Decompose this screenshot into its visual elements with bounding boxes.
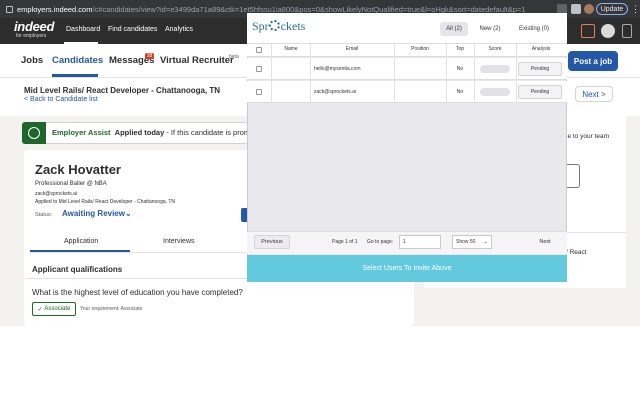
- logo-word: indeed: [14, 19, 55, 34]
- next-page-button[interactable]: Next: [530, 235, 560, 249]
- logo-text-end: ckets: [280, 19, 306, 33]
- post-job-button[interactable]: Post a job: [568, 51, 618, 71]
- answer-value: Associate: [44, 306, 71, 312]
- chevron-down-icon: ⌄: [124, 209, 132, 218]
- status-dropdown[interactable]: Awaiting Review⌄: [62, 209, 132, 218]
- tab-all[interactable]: All (2): [440, 22, 468, 36]
- clock-icon: [28, 127, 40, 139]
- assist-message: Employer Assist Applied today - If this …: [52, 128, 250, 137]
- help-icon[interactable]: [622, 24, 632, 38]
- page-size-select[interactable]: Show 50 ⌄: [452, 235, 492, 249]
- column-name: Name: [284, 46, 298, 52]
- account-avatar[interactable]: [601, 24, 615, 38]
- column-position: Position: [411, 46, 429, 52]
- subnav-candidates[interactable]: Candidates: [52, 55, 103, 66]
- row-top: No: [456, 66, 464, 72]
- requirement-text: Your requirement: Associate: [80, 306, 143, 312]
- profile-avatar[interactable]: [584, 4, 594, 14]
- right-panel-text: le to your team: [566, 133, 609, 140]
- puzzle-icon[interactable]: [571, 4, 581, 14]
- update-button[interactable]: Update: [596, 3, 628, 15]
- column-separator: [474, 43, 475, 103]
- candidate-headline: Professional Baller @ NBA: [35, 181, 107, 187]
- right-panel-divider: [566, 232, 626, 233]
- row-email: zack@sprockets.ai: [314, 89, 357, 95]
- tab-existing[interactable]: Existing (0): [514, 22, 554, 36]
- status-label: Status:: [35, 212, 53, 218]
- browser-menu-icon[interactable]: ⋮: [631, 4, 640, 14]
- invite-users-button[interactable]: Select Users To Invite Above: [247, 255, 567, 282]
- page-size-value: Show 50: [456, 239, 476, 245]
- subnav-active-underline: [52, 74, 98, 77]
- lock-icon: [6, 5, 13, 13]
- column-separator: [394, 43, 395, 103]
- notification-icon[interactable]: [581, 24, 595, 38]
- nav-find-candidates[interactable]: Find candidates: [108, 26, 157, 33]
- indeed-logo[interactable]: indeed for employers: [14, 20, 58, 42]
- logo-text-start: Spr: [252, 19, 269, 33]
- row-checkbox[interactable]: [256, 66, 262, 72]
- analysis-pending-button[interactable]: Pending: [518, 62, 562, 76]
- check-icon: ✓: [37, 306, 43, 313]
- right-panel-job: / React: [566, 249, 587, 256]
- chevron-right-icon: >: [601, 89, 606, 99]
- candidate-email[interactable]: zack@sprockets.ai: [35, 191, 77, 197]
- column-separator: [310, 43, 311, 103]
- url-host: employers.indeed.com: [17, 4, 93, 14]
- tab-active-underline: [30, 250, 130, 252]
- job-title: Mid Level Rails/ React Developer - Chatt…: [24, 86, 221, 95]
- column-separator: [446, 43, 447, 103]
- nav-analytics[interactable]: Analytics: [165, 26, 193, 33]
- candidate-name: Zack Hovatter: [35, 162, 121, 177]
- back-to-candidate-list-link[interactable]: < Back to Candidate list: [24, 96, 98, 103]
- go-to-page-label: Go to page:: [367, 239, 394, 245]
- column-score: Score: [488, 46, 502, 52]
- nav-dashboard[interactable]: Dashboard: [66, 26, 100, 33]
- tab-application[interactable]: Application: [64, 238, 98, 245]
- column-separator: [516, 43, 517, 103]
- qualification-question: What is the highest level of education y…: [32, 288, 243, 297]
- right-panel-input[interactable]: [566, 164, 580, 188]
- qualifications-title: Applicant qualifications: [32, 265, 123, 274]
- score-pill: [480, 65, 510, 73]
- tabs-divider: [30, 252, 246, 253]
- score-pill: [480, 88, 510, 96]
- row-email: hello@mysentia.com: [314, 66, 361, 72]
- assist-applied: Applied today: [114, 128, 165, 137]
- subnav-jobs[interactable]: Jobs: [21, 55, 43, 66]
- status-value: Awaiting Review: [62, 209, 125, 218]
- analysis-pending-button[interactable]: Pending: [518, 85, 562, 99]
- gear-icon: [269, 20, 281, 31]
- column-email: Email: [345, 46, 359, 52]
- assist-rest: - If this candidate is prom: [164, 128, 251, 137]
- beta-label: beta: [229, 54, 239, 60]
- row-checkbox[interactable]: [256, 89, 262, 95]
- select-all-checkbox[interactable]: [256, 47, 262, 53]
- page-number-input[interactable]: 1: [399, 235, 441, 249]
- subnav-virtual-recruiter[interactable]: Virtual Recruiter: [160, 55, 234, 66]
- column-top: Top: [455, 46, 465, 52]
- applied-to: Applied to Mid Level Rails/ React Develo…: [35, 199, 175, 205]
- column-analysis: Analysis: [531, 46, 551, 52]
- previous-button[interactable]: Previous: [254, 235, 290, 249]
- next-label: Next: [582, 89, 599, 99]
- assist-label: Employer Assist: [52, 128, 111, 137]
- next-candidate-button[interactable]: Next >: [575, 86, 613, 102]
- answer-badge: ✓ Associate: [32, 302, 76, 316]
- row-top: No: [456, 89, 464, 95]
- tab-new[interactable]: New (2): [473, 22, 507, 36]
- chevron-down-icon: ⌄: [483, 239, 488, 245]
- column-separator: [271, 43, 272, 103]
- messages-badge: 38: [145, 53, 154, 59]
- tab-interviews[interactable]: Interviews: [163, 238, 195, 245]
- page-info: Page 1 of 1: [332, 239, 358, 245]
- sprockets-logo: Spr ckets: [252, 17, 312, 35]
